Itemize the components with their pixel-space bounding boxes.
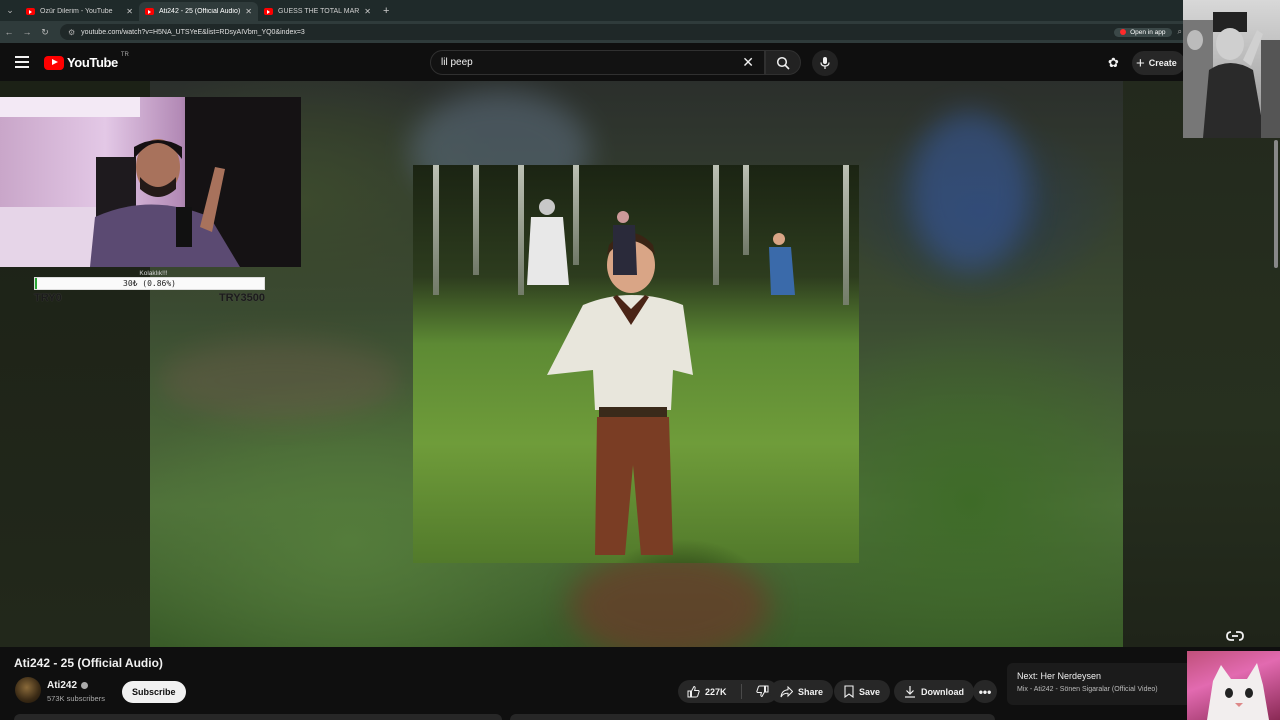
tab-title: Özür Dilerim - YouTube <box>40 8 113 15</box>
player-right-margin <box>1123 81 1280 647</box>
more-actions-button[interactable]: ••• <box>973 680 997 703</box>
comments-card-edge <box>510 714 995 720</box>
dislike-icon <box>755 685 769 698</box>
video-title: Ati242 - 25 (Official Audio) <box>14 656 163 670</box>
close-icon[interactable]: ✕ <box>742 54 754 71</box>
up-next-title: Next: Her Nerdeysen <box>1017 671 1102 681</box>
subscriber-count: 573K subscribers <box>47 694 105 703</box>
search-button[interactable] <box>765 50 801 75</box>
save-button[interactable]: Save <box>834 680 891 703</box>
youtube-favicon-icon <box>145 8 154 15</box>
close-tab-icon[interactable]: ✕ <box>126 7 133 16</box>
menu-icon[interactable] <box>15 56 29 71</box>
url-bar[interactable]: ⚙ youtube.com/watch?v=H5NA_UTSYeE&list=R… <box>60 24 1190 40</box>
goal-max: TRY3500 <box>218 292 265 304</box>
portrait-figure <box>1183 12 1280 138</box>
browser-tab-1[interactable]: Özür Dilerim - YouTube ✕ <box>20 2 139 21</box>
donation-goal-widget: Kolaklık!!! 30₺ (0.86%) TRY0 TRY3500 <box>34 270 265 304</box>
reload-icon[interactable]: ↻ <box>36 27 54 38</box>
goal-progress-bar: 30₺ (0.86%) <box>34 277 265 290</box>
goal-min: TRY0 <box>34 292 62 304</box>
save-label: Save <box>859 686 881 697</box>
cat-figure <box>1207 663 1269 720</box>
search-icon <box>776 56 790 70</box>
browser-tab-2[interactable]: Ati242 - 25 (Official Audio) - Yo ✕ <box>139 2 258 21</box>
description-card-edge <box>14 714 502 720</box>
download-icon <box>905 686 915 698</box>
tab-title: Ati242 - 25 (Official Audio) - Yo <box>159 8 241 15</box>
back-icon[interactable]: ← <box>0 27 18 37</box>
channel-name[interactable]: Ati242 <box>47 680 89 691</box>
download-button[interactable]: Download <box>894 680 974 703</box>
download-label: Download <box>921 686 964 697</box>
video-frame-photo <box>413 165 859 563</box>
youtube-favicon-icon <box>264 8 273 15</box>
more-icon: ••• <box>978 684 992 699</box>
forward-icon[interactable]: → <box>18 27 36 37</box>
search-value: lil peep <box>441 57 473 68</box>
open-in-app-button[interactable]: Open in app <box>1114 27 1172 37</box>
url-text: youtube.com/watch?v=H5NA_UTSYeE&list=RDs… <box>81 28 305 36</box>
goal-value: 30₺ (0.86%) <box>123 279 176 288</box>
studio-icon[interactable]: ✿ <box>1108 55 1119 71</box>
portrait-overlay <box>1183 0 1280 138</box>
zoom-icon[interactable]: ⌕ <box>1178 27 1182 37</box>
up-next-subtitle: Mix - Ati242 - Sönen Sigaralar (Official… <box>1017 686 1158 693</box>
subscribe-button[interactable]: Subscribe <box>122 681 186 703</box>
like-button[interactable]: 227K <box>678 680 736 703</box>
youtube-app-icon <box>1120 29 1127 35</box>
up-next-card[interactable]: Next: Her Nerdeysen Mix - Ati242 - Sönen… <box>1007 663 1187 705</box>
channel-avatar[interactable] <box>15 677 41 703</box>
loop-icon[interactable] <box>1226 630 1244 642</box>
streamer-figure <box>0 97 301 267</box>
country-code: TR <box>120 52 129 58</box>
webcam-overlay <box>0 97 301 267</box>
close-tab-icon[interactable]: ✕ <box>245 7 252 16</box>
tab-title: GUESS THE TOTAL MARKET VA <box>278 8 360 15</box>
channel-name-text: Ati242 <box>47 680 78 691</box>
like-divider <box>740 684 742 699</box>
youtube-favicon-icon <box>26 8 35 15</box>
address-bar-row: ← → ↻ ⚙ youtube.com/watch?v=H5NA_UTSYeE&… <box>0 21 1280 43</box>
verified-icon <box>81 682 89 689</box>
voice-search-button[interactable] <box>812 50 838 76</box>
goal-label: Kolaklık!!! <box>139 270 168 277</box>
tab-search-icon[interactable]: ⌄ <box>0 0 20 21</box>
create-button[interactable]: + Create <box>1132 51 1185 75</box>
close-tab-icon[interactable]: ✕ <box>364 7 371 16</box>
plus-icon: + <box>1136 54 1145 72</box>
mic-icon <box>820 57 830 69</box>
browser-tab-strip: ⌄ Özür Dilerim - YouTube ✕ Ati242 - 25 (… <box>0 0 1280 21</box>
site-info-icon[interactable]: ⚙ <box>68 28 75 37</box>
youtube-play-icon <box>44 55 64 70</box>
logo-text: YouTube <box>67 55 118 70</box>
like-count: 227K <box>705 686 727 697</box>
youtube-header: YouTube TR lil peep ✕ ✿ + Create <box>0 43 1280 81</box>
search-input[interactable]: lil peep ✕ <box>430 50 765 75</box>
share-label: Share <box>798 686 824 697</box>
create-label: Create <box>1148 58 1177 68</box>
youtube-logo[interactable]: YouTube TR <box>44 52 129 70</box>
browser-tab-3[interactable]: GUESS THE TOTAL MARKET VA ✕ <box>258 2 377 21</box>
like-icon <box>687 685 700 698</box>
open-in-app-label: Open in app <box>1130 28 1166 36</box>
share-icon <box>780 685 793 697</box>
save-icon <box>844 685 854 698</box>
like-dislike-group: 227K <box>678 680 778 703</box>
background-people <box>527 199 795 295</box>
new-tab-icon[interactable]: + <box>383 5 389 17</box>
cat-overlay <box>1187 651 1280 720</box>
scrollbar-thumb[interactable] <box>1274 140 1278 268</box>
share-button[interactable]: Share <box>770 680 834 703</box>
